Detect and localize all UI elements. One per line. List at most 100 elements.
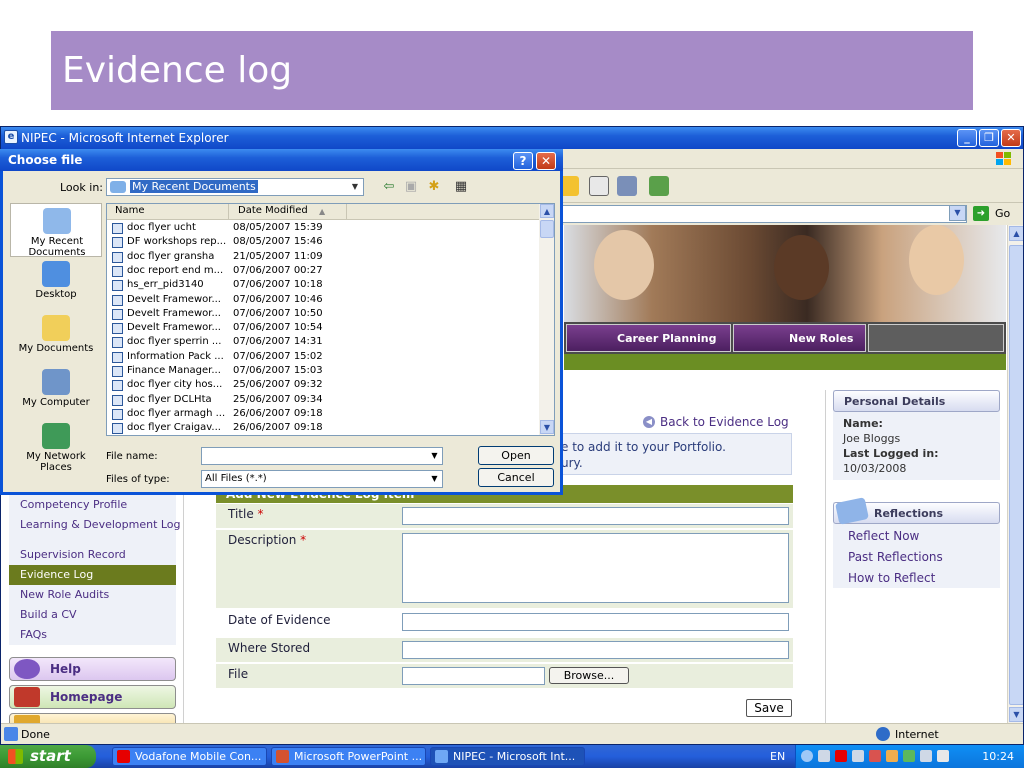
print-icon[interactable]: [589, 176, 609, 196]
tray-alert-icon[interactable]: [886, 750, 898, 762]
place-desktop[interactable]: Desktop: [10, 257, 102, 311]
start-button[interactable]: start: [0, 745, 96, 768]
nav-item-faqs[interactable]: FAQs: [9, 625, 176, 645]
file-type-select[interactable]: All Files (*.*) ▼: [201, 470, 443, 488]
file-row[interactable]: Develt Framewor... 07/06/2007 10:46: [107, 293, 537, 307]
chevron-down-icon[interactable]: ▼: [348, 180, 362, 194]
place-network-places[interactable]: My Network Places: [10, 419, 102, 473]
file-row[interactable]: hs_err_pid3140 07/06/2007 10:18: [107, 278, 537, 292]
nav-item-competency-profile[interactable]: Competency Profile: [9, 495, 176, 515]
task-nipec-ie[interactable]: NIPEC - Microsoft Int...: [430, 747, 585, 766]
windows-logo-icon: [996, 152, 1011, 165]
minimize-button[interactable]: _: [957, 129, 977, 147]
nav-item-new-role-audits[interactable]: New Role Audits: [9, 585, 176, 605]
back-link-label: Back to Evidence Log: [660, 415, 789, 429]
file-path-input[interactable]: [402, 667, 545, 685]
chevron-down-icon[interactable]: ▼: [428, 472, 441, 486]
file-name: DF workshops rep...: [127, 236, 227, 248]
where-stored-input[interactable]: [402, 641, 789, 659]
file-row[interactable]: doc flyer Craigav... 26/06/2007 09:18: [107, 421, 537, 435]
tray-vodafone-icon[interactable]: [835, 750, 847, 762]
scroll-up-icon[interactable]: ▲: [1009, 226, 1023, 241]
file-row[interactable]: Develt Framewor... 07/06/2007 10:50: [107, 307, 537, 321]
chevron-down-icon[interactable]: ▼: [428, 449, 441, 463]
file-list-scrollbar[interactable]: ▲ ▼: [539, 204, 554, 435]
up-folder-icon[interactable]: ▣: [402, 179, 420, 195]
save-button[interactable]: Save: [746, 699, 792, 717]
open-button[interactable]: Open: [478, 446, 554, 465]
scroll-down-icon[interactable]: ▼: [1009, 707, 1023, 722]
nav-item-learning-development-log[interactable]: Learning & Development Log: [9, 515, 181, 545]
title-input[interactable]: [402, 507, 789, 525]
page-scrollbar[interactable]: ▲ ▼: [1007, 225, 1023, 723]
task-vodafone[interactable]: Vodafone Mobile Con...: [112, 747, 267, 766]
scroll-down-icon[interactable]: ▼: [540, 420, 554, 434]
tab-new-roles[interactable]: New Roles: [733, 324, 866, 352]
file-row[interactable]: doc flyer ucht 08/05/2007 15:39: [107, 221, 537, 235]
file-row[interactable]: Information Pack ... 07/06/2007 15:02: [107, 350, 537, 364]
place-label: My Computer: [22, 397, 90, 408]
how-to-reflect-link[interactable]: How to Reflect: [848, 571, 935, 585]
file-list-scroll-thumb[interactable]: [540, 220, 554, 238]
tray-antivirus-icon[interactable]: [903, 750, 915, 762]
file-label: File: [228, 667, 249, 681]
views-menu-icon[interactable]: ▦: [449, 179, 473, 195]
restore-button[interactable]: ❐: [979, 129, 999, 147]
place-my-documents[interactable]: My Documents: [10, 311, 102, 365]
file-row[interactable]: Finance Manager... 07/06/2007 15:03: [107, 364, 537, 378]
back-icon[interactable]: ⇦: [380, 179, 398, 195]
browse-button[interactable]: Browse...: [549, 667, 629, 684]
chevron-down-icon[interactable]: ▼: [949, 205, 966, 221]
reflect-now-link[interactable]: Reflect Now: [848, 529, 919, 543]
description-input[interactable]: [402, 533, 789, 603]
tray-volume-icon[interactable]: [920, 750, 932, 762]
file-row[interactable]: DF workshops rep... 08/05/2007 15:46: [107, 235, 537, 249]
tab-label: New Roles: [789, 332, 854, 345]
file-name-input[interactable]: ▼: [201, 447, 443, 465]
file-list[interactable]: Name Date Modified ▲ doc flyer ucht 08/05/…: [106, 203, 555, 436]
tab-career-planning[interactable]: Career Planning: [566, 324, 731, 352]
file-row[interactable]: doc flyer DCLHta 25/06/2007 09:34: [107, 393, 537, 407]
dialog-titlebar[interactable]: Choose file ? ✕: [0, 149, 563, 171]
file-row[interactable]: doc flyer city hos... 25/06/2007 09:32: [107, 378, 537, 392]
dialog-close-icon[interactable]: ✕: [536, 152, 556, 170]
file-row[interactable]: doc report end m... 07/06/2007 00:27: [107, 264, 537, 278]
language-indicator[interactable]: EN: [770, 750, 785, 763]
nav-item-build-cv[interactable]: Build a CV: [9, 605, 176, 625]
place-my-computer[interactable]: My Computer: [10, 365, 102, 419]
tray-display-icon[interactable]: [852, 750, 864, 762]
tab-extra[interactable]: [868, 324, 1004, 352]
file-name-label: File name:: [106, 451, 158, 462]
help-question-icon[interactable]: ?: [513, 152, 533, 170]
browser-titlebar[interactable]: e NIPEC - Microsoft Internet Explorer _ …: [1, 127, 1023, 149]
nav-item-supervision-record[interactable]: Supervision Record: [9, 545, 176, 565]
file-row[interactable]: doc flyer gransha 21/05/2007 11:09: [107, 250, 537, 264]
file-row[interactable]: doc flyer armagh ... 26/06/2007 09:18: [107, 407, 537, 421]
homepage-button[interactable]: Homepage: [9, 685, 176, 709]
scroll-thumb[interactable]: [1009, 245, 1023, 705]
past-reflections-link[interactable]: Past Reflections: [848, 550, 943, 564]
research-icon[interactable]: [617, 176, 637, 196]
address-field[interactable]: [561, 205, 967, 223]
tray-network-icon[interactable]: [818, 750, 830, 762]
column-header-date[interactable]: Date Modified ▲: [229, 204, 347, 220]
tray-expand-icon[interactable]: [801, 750, 813, 762]
column-header-name[interactable]: Name: [107, 204, 229, 220]
cancel-button[interactable]: Cancel: [478, 468, 554, 487]
scroll-up-icon[interactable]: ▲: [540, 204, 554, 218]
date-input[interactable]: [402, 613, 789, 631]
close-button[interactable]: ✕: [1001, 129, 1021, 147]
new-folder-icon[interactable]: ✱: [425, 179, 443, 195]
tray-messenger-icon[interactable]: [937, 750, 949, 762]
look-in-select[interactable]: My Recent Documents ▼: [106, 178, 364, 196]
file-row[interactable]: doc flyer sperrin ... 07/06/2007 14:31: [107, 335, 537, 349]
messenger-icon[interactable]: [649, 176, 669, 196]
file-row[interactable]: Develt Framewor... 07/06/2007 10:54: [107, 321, 537, 335]
help-button[interactable]: Help: [9, 657, 176, 681]
go-button[interactable]: ➜ Go: [971, 205, 1021, 223]
nav-item-evidence-log[interactable]: Evidence Log: [9, 565, 176, 585]
place-recent-documents[interactable]: My Recent Documents: [10, 203, 102, 258]
tray-security-icon[interactable]: [869, 750, 881, 762]
task-powerpoint[interactable]: Microsoft PowerPoint ...: [271, 747, 426, 766]
go-arrow-icon: ➜: [973, 206, 989, 221]
